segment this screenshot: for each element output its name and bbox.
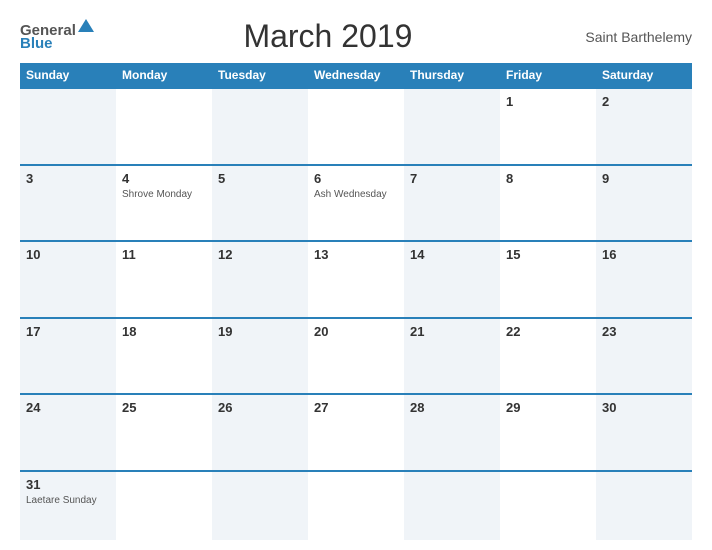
cell-5-6 [596,472,692,540]
cell-1-2: 5 [212,166,308,241]
cell-4-6: 30 [596,395,692,470]
header-monday: Monday [116,63,212,87]
cell-date: 6 [314,171,398,186]
cell-3-1: 18 [116,319,212,394]
week-row-4: 24 25 26 27 28 29 30 [20,393,692,470]
cell-1-1: 4 Shrove Monday [116,166,212,241]
cell-1-4: 7 [404,166,500,241]
cell-0-0 [20,89,116,164]
cell-date: 15 [506,247,590,262]
header-friday: Friday [500,63,596,87]
cell-5-0: 31 Laetare Sunday [20,472,116,540]
logo-triangle-icon [78,19,94,32]
calendar-header-row: Sunday Monday Tuesday Wednesday Thursday… [20,63,692,87]
cell-date: 20 [314,324,398,339]
cell-2-3: 13 [308,242,404,317]
cell-date: 4 [122,171,206,186]
cell-date: 14 [410,247,494,262]
cell-date: 7 [410,171,494,186]
cell-date: 13 [314,247,398,262]
header: General Blue March 2019 Saint Barthelemy [20,18,692,55]
cell-4-1: 25 [116,395,212,470]
cell-3-3: 20 [308,319,404,394]
week-row-3: 17 18 19 20 21 22 23 [20,317,692,394]
calendar-page: General Blue March 2019 Saint Barthelemy… [0,0,712,550]
cell-2-6: 16 [596,242,692,317]
cell-5-3 [308,472,404,540]
header-wednesday: Wednesday [308,63,404,87]
week-row-2: 10 11 12 13 14 15 16 [20,240,692,317]
cell-2-4: 14 [404,242,500,317]
cell-event: Shrove Monday [122,188,206,201]
cell-date: 10 [26,247,110,262]
cell-1-5: 8 [500,166,596,241]
cell-date: 19 [218,324,302,339]
cell-date: 30 [602,400,686,415]
cell-4-4: 28 [404,395,500,470]
header-thursday: Thursday [404,63,500,87]
cell-date: 2 [602,94,686,109]
cell-5-2 [212,472,308,540]
cell-5-1 [116,472,212,540]
cell-3-0: 17 [20,319,116,394]
cell-date: 18 [122,324,206,339]
cell-2-5: 15 [500,242,596,317]
cell-0-2 [212,89,308,164]
cell-date: 28 [410,400,494,415]
cell-1-6: 9 [596,166,692,241]
cell-4-3: 27 [308,395,404,470]
cell-2-0: 10 [20,242,116,317]
header-saturday: Saturday [596,63,692,87]
calendar-title: March 2019 [94,18,562,55]
week-row-1: 34 Shrove Monday 56 Ash Wednesday 789 [20,164,692,241]
week-row-5: 31 Laetare Sunday [20,470,692,540]
cell-date: 24 [26,400,110,415]
cell-date: 1 [506,94,590,109]
logo-blue-text: Blue [20,36,53,51]
cell-date: 21 [410,324,494,339]
cell-4-2: 26 [212,395,308,470]
week-row-0: 12 [20,87,692,164]
cell-5-4 [404,472,500,540]
cell-2-1: 11 [116,242,212,317]
cell-date: 31 [26,477,110,492]
cell-date: 23 [602,324,686,339]
cell-date: 9 [602,171,686,186]
calendar: Sunday Monday Tuesday Wednesday Thursday… [20,63,692,540]
cell-3-2: 19 [212,319,308,394]
calendar-body: 1234Shrove Monday56Ash Wednesday78910111… [20,87,692,540]
cell-4-5: 29 [500,395,596,470]
cell-date: 25 [122,400,206,415]
logo: General Blue [20,23,94,51]
cell-0-3 [308,89,404,164]
cell-date: 12 [218,247,302,262]
cell-3-5: 22 [500,319,596,394]
cell-date: 16 [602,247,686,262]
cell-2-2: 12 [212,242,308,317]
cell-date: 3 [26,171,110,186]
cell-date: 22 [506,324,590,339]
cell-date: 26 [218,400,302,415]
cell-date: 27 [314,400,398,415]
cell-0-1 [116,89,212,164]
cell-0-4 [404,89,500,164]
cell-3-6: 23 [596,319,692,394]
header-tuesday: Tuesday [212,63,308,87]
cell-4-0: 24 [20,395,116,470]
cell-date: 29 [506,400,590,415]
cell-1-0: 3 [20,166,116,241]
cell-event: Laetare Sunday [26,494,110,507]
cell-date: 8 [506,171,590,186]
cell-date: 11 [122,247,206,262]
header-sunday: Sunday [20,63,116,87]
cell-5-5 [500,472,596,540]
cell-0-6: 2 [596,89,692,164]
region-label: Saint Barthelemy [562,29,692,45]
cell-date: 17 [26,324,110,339]
cell-1-3: 6 Ash Wednesday [308,166,404,241]
cell-event: Ash Wednesday [314,188,398,201]
cell-0-5: 1 [500,89,596,164]
cell-date: 5 [218,171,302,186]
cell-3-4: 21 [404,319,500,394]
